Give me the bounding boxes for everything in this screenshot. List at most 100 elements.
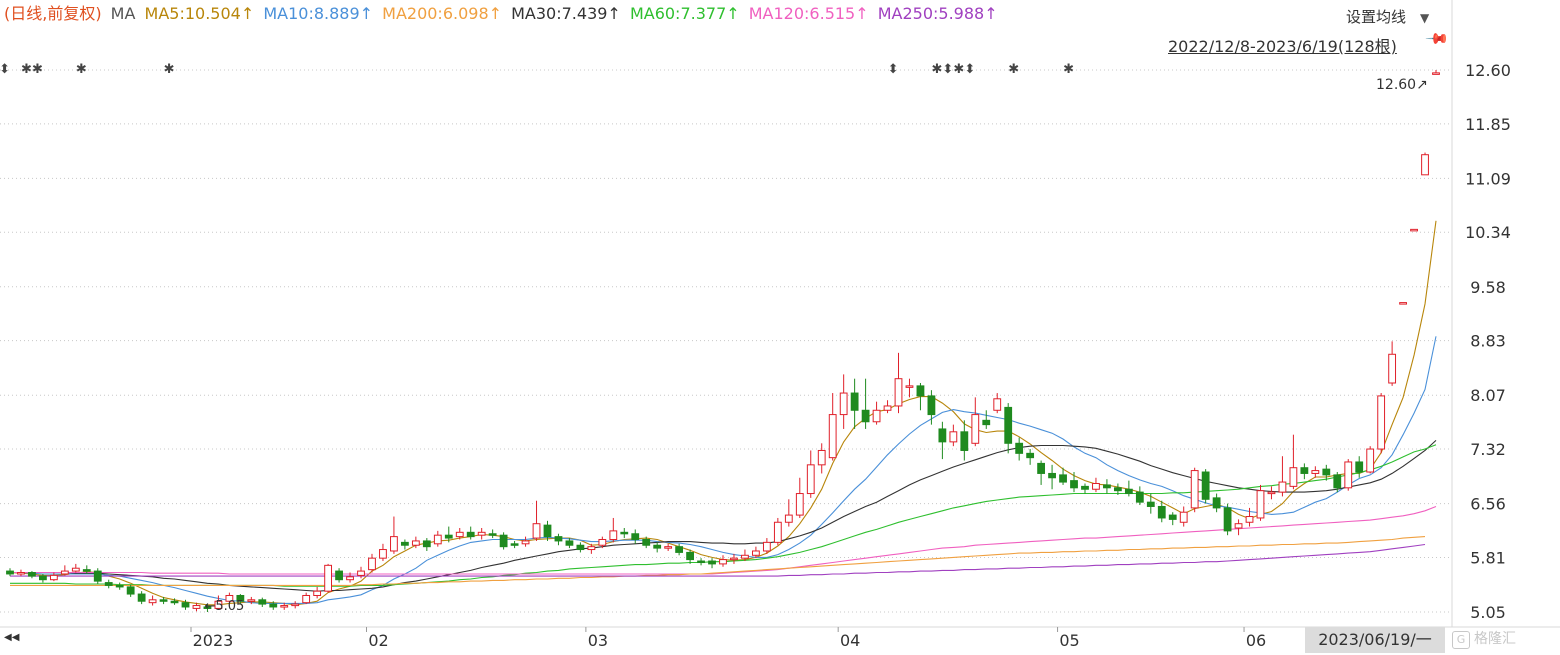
candle-body[interactable]: [817, 449, 826, 466]
event-marker-icon[interactable]: ⬍: [0, 62, 10, 77]
candle-body[interactable]: [1113, 487, 1122, 492]
candle-body[interactable]: [159, 599, 168, 602]
candle-body[interactable]: [587, 546, 596, 551]
candle-body[interactable]: [1059, 474, 1067, 483]
candle-body[interactable]: [324, 564, 333, 592]
candle-body[interactable]: [477, 531, 486, 536]
candle-body[interactable]: [137, 593, 146, 602]
candle-body[interactable]: [49, 574, 58, 581]
candle-body[interactable]: [1179, 511, 1188, 523]
candle-body[interactable]: [993, 398, 1002, 411]
candle-body[interactable]: [39, 575, 47, 581]
event-marker-icon[interactable]: ✱: [164, 62, 175, 77]
event-marker-icon[interactable]: ✱: [1063, 62, 1074, 77]
candle-body[interactable]: [346, 576, 354, 581]
candle-body[interactable]: [400, 541, 409, 546]
candle-body[interactable]: [126, 586, 135, 595]
event-marker-icon[interactable]: ✱: [32, 62, 43, 77]
candle-body[interactable]: [773, 521, 782, 543]
candle-body[interactable]: [609, 530, 618, 540]
event-marker-icon[interactable]: ✱: [953, 62, 964, 77]
candle-body[interactable]: [762, 541, 771, 552]
candle-body[interactable]: [1135, 491, 1144, 503]
candle-body[interactable]: [642, 538, 651, 546]
candle-body[interactable]: [708, 560, 716, 565]
candle-body[interactable]: [960, 431, 969, 451]
candle-body[interactable]: [1026, 452, 1035, 459]
candle-body[interactable]: [247, 599, 256, 602]
candle-body[interactable]: [1190, 470, 1199, 509]
candle-body[interactable]: [730, 557, 738, 561]
candle-body[interactable]: [1146, 501, 1155, 507]
candle-body[interactable]: [6, 570, 14, 575]
candle-body[interactable]: [872, 409, 881, 423]
candle-body[interactable]: [1223, 507, 1232, 532]
candle-body[interactable]: [1289, 467, 1298, 487]
candle-body[interactable]: [1432, 72, 1440, 75]
candle-body[interactable]: [422, 540, 431, 548]
candle-body[interactable]: [861, 409, 870, 423]
candle-body[interactable]: [192, 605, 201, 609]
event-marker-icon[interactable]: ✱: [21, 62, 32, 77]
candle-body[interactable]: [1048, 472, 1056, 479]
candle-body[interactable]: [598, 538, 607, 546]
candle-body[interactable]: [1366, 448, 1375, 473]
candle-body[interactable]: [181, 602, 190, 608]
candle-body[interactable]: [1081, 485, 1089, 490]
candle-body[interactable]: [543, 524, 552, 538]
candle-body[interactable]: [784, 514, 793, 523]
candle-body[interactable]: [1267, 491, 1276, 495]
candle-body[interactable]: [1168, 514, 1177, 520]
candle-body[interactable]: [938, 428, 947, 443]
candle-body[interactable]: [1388, 353, 1397, 384]
candle-body[interactable]: [620, 531, 629, 535]
candle-body[interactable]: [883, 405, 892, 411]
candle-body[interactable]: [1256, 490, 1265, 519]
candle-body[interactable]: [499, 534, 508, 548]
event-marker-icon[interactable]: ✱: [1008, 62, 1019, 77]
candle-body[interactable]: [905, 385, 914, 388]
candle-body[interactable]: [1322, 468, 1331, 476]
candle-body[interactable]: [1300, 467, 1309, 474]
candle-body[interactable]: [532, 523, 541, 539]
candle-body[interactable]: [1333, 474, 1342, 489]
event-marker-icon[interactable]: ⬍: [942, 62, 953, 77]
candle-body[interactable]: [444, 534, 453, 539]
candle-body[interactable]: [927, 395, 936, 416]
candle-body[interactable]: [1245, 516, 1254, 523]
candle-body[interactable]: [1004, 406, 1013, 444]
candle-body[interactable]: [1157, 505, 1166, 519]
candlestick-chart[interactable]: 12.60 11.85 11.09 10.34 9.58 8.83 8.07 7.32 6.56…: [0, 0, 1560, 655]
candle-body[interactable]: [1092, 482, 1100, 490]
candle-body[interactable]: [335, 570, 343, 581]
candle-body[interactable]: [839, 392, 848, 416]
candle-body[interactable]: [576, 544, 585, 551]
candle-body[interactable]: [466, 531, 475, 538]
scroll-left-icon[interactable]: ◀◀: [4, 632, 19, 643]
candle-body[interactable]: [1355, 461, 1364, 473]
event-marker-icon[interactable]: ⬍: [888, 62, 899, 77]
event-marker-icon[interactable]: ⬍: [964, 62, 975, 77]
candle-body[interactable]: [1377, 395, 1386, 450]
candle-body[interactable]: [17, 572, 25, 575]
candle-body[interactable]: [1037, 462, 1046, 474]
candle-body[interactable]: [411, 540, 420, 546]
candle-body[interactable]: [1278, 481, 1287, 493]
candle-body[interactable]: [390, 536, 398, 552]
candle-body[interactable]: [686, 551, 694, 561]
candle-body[interactable]: [60, 570, 69, 575]
candle-body[interactable]: [1344, 461, 1353, 489]
candle-body[interactable]: [115, 584, 124, 588]
candle-body[interactable]: [741, 554, 749, 559]
candle-body[interactable]: [1399, 302, 1407, 305]
candle-body[interactable]: [379, 549, 387, 559]
candle-body[interactable]: [28, 572, 36, 577]
candle-body[interactable]: [664, 546, 673, 549]
candle-body[interactable]: [455, 531, 464, 538]
candle-body[interactable]: [949, 431, 958, 443]
candle-body[interactable]: [488, 533, 497, 536]
candle-body[interactable]: [565, 540, 574, 546]
candle-body[interactable]: [1103, 484, 1111, 489]
candle-body[interactable]: [93, 570, 102, 582]
candle-body[interactable]: [1410, 228, 1418, 232]
